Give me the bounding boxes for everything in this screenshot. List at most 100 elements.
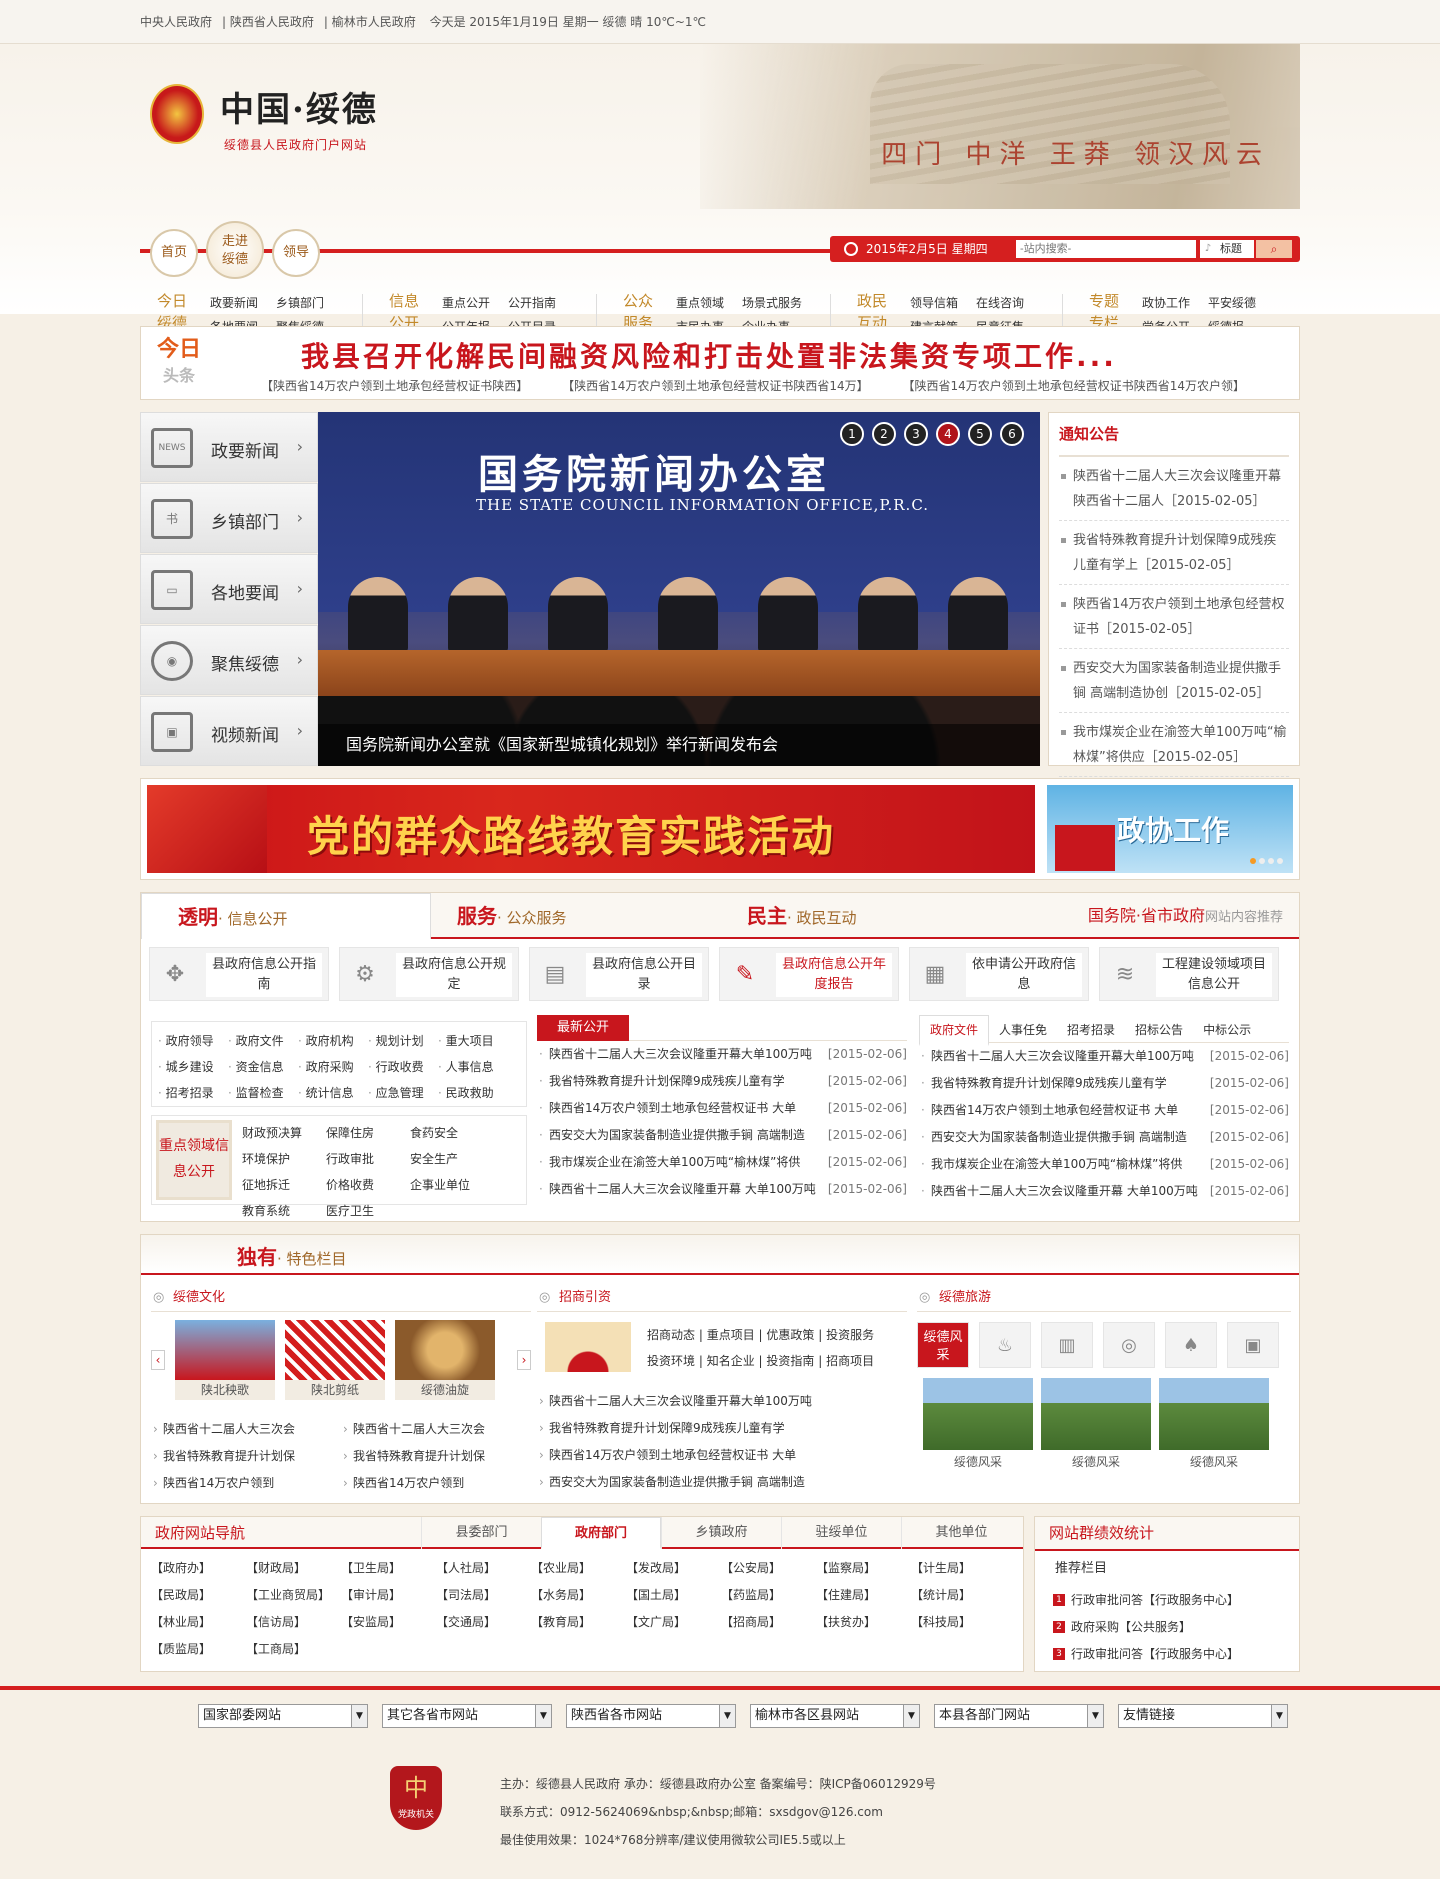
- slide-page-button[interactable]: 3: [904, 422, 928, 446]
- leaders-button[interactable]: 领导: [272, 229, 320, 277]
- tab-county-committee[interactable]: 县委部门: [421, 1517, 541, 1549]
- pager-dot[interactable]: [1268, 858, 1274, 864]
- list-item[interactable]: 陕西省十二届人大三次会议隆重开幕大单100万吨: [537, 1388, 907, 1415]
- dept-link[interactable]: 【计生局】: [911, 1555, 1006, 1582]
- tab-appointments[interactable]: 人事任免: [989, 1016, 1057, 1044]
- ministries-select[interactable]: 国家部委网站 ▼: [198, 1704, 368, 1728]
- culture-thumb[interactable]: 陕北剪纸: [285, 1320, 385, 1400]
- dept-link[interactable]: 【工业商贸局】: [246, 1582, 341, 1609]
- menu-link[interactable]: 政协工作: [1142, 291, 1208, 315]
- prev-arrow-icon[interactable]: ‹: [151, 1350, 165, 1370]
- list-item[interactable]: 西安交大为国家装备制造业提供撒手锏 高端制造: [537, 1469, 907, 1496]
- headline-sub-link[interactable]: 【陕西省14万农户领到土地承包经营权证书陕西省14万】: [562, 379, 869, 393]
- list-item[interactable]: 陕西省十二届人大三次会: [341, 1416, 531, 1443]
- list-item[interactable]: 陕西省14万农户领到土地承包经营权证书 大单 [2015-02-06]: [537, 1095, 907, 1122]
- dept-link[interactable]: 【教育局】: [531, 1609, 626, 1636]
- news-slideshow[interactable]: 国务院新闻办公室 THE STATE COUNCIL INFORMATION O…: [318, 412, 1040, 766]
- ranked-item[interactable]: 1 行政审批问答【行政服务中心】: [1035, 1587, 1299, 1614]
- tab-tenders[interactable]: 招标公告: [1125, 1016, 1193, 1044]
- list-item[interactable]: 陕西省14万农户领到土地承包经营权证书 大单 [2015-02-06]: [919, 1097, 1289, 1124]
- dept-link[interactable]: 【民政局】: [151, 1582, 246, 1609]
- notice-item[interactable]: 西安交大为国家装备制造业提供撒手锏 高端制造协创［2015-02-05］: [1059, 649, 1289, 713]
- dept-link[interactable]: 【药监局】: [721, 1582, 816, 1609]
- headline-sub-link[interactable]: 【陕西省14万农户领到土地承包经营权证书陕西】: [261, 379, 528, 393]
- dept-link[interactable]: 【工商局】: [246, 1636, 341, 1663]
- ranked-item[interactable]: 3 行政审批问答【行政服务中心】: [1035, 1641, 1299, 1668]
- tab-transparency[interactable]: 透明· 信息公开: [141, 893, 431, 939]
- list-item[interactable]: 西安交大为国家装备制造业提供撒手锏 高端制造 [2015-02-06]: [537, 1122, 907, 1149]
- scenery-photo[interactable]: 绥德风采: [923, 1378, 1033, 1474]
- key-area-link[interactable]: 教育系统: [242, 1198, 326, 1224]
- menu-link[interactable]: 领导信箱: [910, 291, 976, 315]
- category-link[interactable]: 监督检查: [228, 1080, 298, 1106]
- list-item[interactable]: 西安交大为国家装备制造业提供撒手锏 高端制造 [2015-02-06]: [919, 1124, 1289, 1151]
- shop-icon[interactable]: ▥: [1041, 1322, 1093, 1368]
- tab-gov-files[interactable]: 政府文件: [919, 1015, 990, 1046]
- dept-link[interactable]: 【财政局】: [246, 1555, 341, 1582]
- invest-link[interactable]: 投资指南: [766, 1354, 814, 1368]
- list-item[interactable]: 陕西省十二届人大三次会议隆重开幕 大单100万吨 [2015-02-06]: [919, 1178, 1289, 1205]
- dept-link[interactable]: 【国土局】: [626, 1582, 721, 1609]
- camera-icon[interactable]: ◎: [1103, 1322, 1155, 1368]
- invest-link[interactable]: 投资服务: [826, 1328, 874, 1342]
- microphone-icon[interactable]: ♪: [1200, 240, 1216, 258]
- mass-line-banner[interactable]: 党的群众路线教育实践活动: [147, 785, 1035, 873]
- dept-link[interactable]: 【住建局】: [816, 1582, 911, 1609]
- key-area-link[interactable]: 财政预决算: [242, 1120, 326, 1146]
- category-link[interactable]: 政府领导: [158, 1028, 228, 1054]
- dept-link[interactable]: 【扶贫办】: [816, 1609, 911, 1636]
- tab-awards[interactable]: 中标公示: [1193, 1016, 1261, 1044]
- category-link[interactable]: 重大项目: [438, 1028, 508, 1054]
- list-item[interactable]: 陕西省十二届人大三次会议隆重开幕大单100万吨 [2015-02-06]: [919, 1043, 1289, 1070]
- tab-stationed-units[interactable]: 驻绥单位: [781, 1517, 901, 1549]
- dept-link[interactable]: 【政府办】: [151, 1555, 246, 1582]
- dept-link[interactable]: 【信访局】: [246, 1609, 341, 1636]
- dept-link[interactable]: 【安监局】: [341, 1609, 436, 1636]
- invest-link[interactable]: 招商项目: [826, 1354, 874, 1368]
- category-link[interactable]: 城乡建设: [158, 1054, 228, 1080]
- headline-title[interactable]: 我县召开化解民间融资风险和打击处置非法集资专项工作...: [301, 335, 1117, 375]
- rules-box[interactable]: ⚙ 县政府信息公开规定: [339, 947, 519, 1001]
- dept-link[interactable]: 【公安局】: [721, 1555, 816, 1582]
- dept-link[interactable]: 【监察局】: [816, 1555, 911, 1582]
- site-search-input[interactable]: [1016, 240, 1196, 258]
- leftnav-item-regional[interactable]: ▭ 各地要闻 ›: [140, 554, 318, 624]
- logo-title[interactable]: 中国·绥德: [220, 82, 378, 131]
- list-item[interactable]: 陕西省14万农户领到土地承包经营权证书 大单: [537, 1442, 907, 1469]
- menu-link[interactable]: 重点领域: [676, 291, 742, 315]
- search-type-select[interactable]: 标题: [1216, 240, 1254, 258]
- notice-item[interactable]: 陕西省14万农户领到土地承包经营权证书［2015-02-05］: [1059, 585, 1289, 649]
- food-icon[interactable]: ♨: [979, 1322, 1031, 1368]
- county-departments-select[interactable]: 本县各部门网站 ▼: [934, 1704, 1104, 1728]
- tv-icon[interactable]: ▣: [1227, 1322, 1279, 1368]
- other-provinces-select[interactable]: 其它各省市网站 ▼: [382, 1704, 552, 1728]
- list-item[interactable]: 我省特殊教育提升计划保障9成残疾儿童有学 [2015-02-06]: [919, 1070, 1289, 1097]
- key-area-link[interactable]: 食药安全: [410, 1120, 494, 1146]
- leftnav-item-politics[interactable]: NEWS 政要新闻 ›: [140, 412, 318, 482]
- investment-title[interactable]: 招商引资: [537, 1285, 907, 1312]
- list-item[interactable]: 我省特殊教育提升计划保障9成残疾儿童有学 [2015-02-06]: [537, 1068, 907, 1095]
- list-item[interactable]: 我市煤炭企业在渝签大单100万吨“榆林煤”将供 [2015-02-06]: [919, 1151, 1289, 1178]
- slide-page-button-active[interactable]: 4: [936, 422, 960, 446]
- culture-thumb[interactable]: 陕北秧歌: [175, 1320, 275, 1400]
- category-link[interactable]: 政府文件: [228, 1028, 298, 1054]
- key-area-link[interactable]: 行政审批: [326, 1146, 410, 1172]
- category-link[interactable]: 规划计划: [368, 1028, 438, 1054]
- menu-link[interactable]: 乡镇部门: [276, 291, 342, 315]
- list-item[interactable]: 陕西省14万农户领到: [341, 1470, 531, 1497]
- notice-item[interactable]: 我省特殊教育提升计划保障9成残疾儿童有学上［2015-02-05］: [1059, 521, 1289, 585]
- list-item[interactable]: 我市煤炭企业在渝签大单100万吨“榆林煤”将供 [2015-02-06]: [537, 1149, 907, 1176]
- slide-page-button[interactable]: 2: [872, 422, 896, 446]
- dept-link[interactable]: 【招商局】: [721, 1609, 816, 1636]
- guide-box[interactable]: ✥ 县政府信息公开指南: [149, 947, 329, 1001]
- link-yulin-gov[interactable]: 榆林市人民政府: [332, 15, 416, 29]
- leftnav-item-focus[interactable]: ◉ 聚焦绥德 ›: [140, 625, 318, 695]
- dept-link[interactable]: 【统计局】: [911, 1582, 1006, 1609]
- dept-link[interactable]: 【质监局】: [151, 1636, 246, 1663]
- category-link[interactable]: 政府采购: [298, 1054, 368, 1080]
- scenery-photo[interactable]: 绥德风采: [1159, 1378, 1269, 1474]
- headline-sub-link[interactable]: 【陕西省14万农户领到土地承包经营权证书陕西省14万农户领】: [902, 379, 1245, 393]
- category-link[interactable]: 行政收费: [368, 1054, 438, 1080]
- slide-page-button[interactable]: 1: [840, 422, 864, 446]
- leftnav-item-video[interactable]: ▣ 视频新闻 ›: [140, 696, 318, 766]
